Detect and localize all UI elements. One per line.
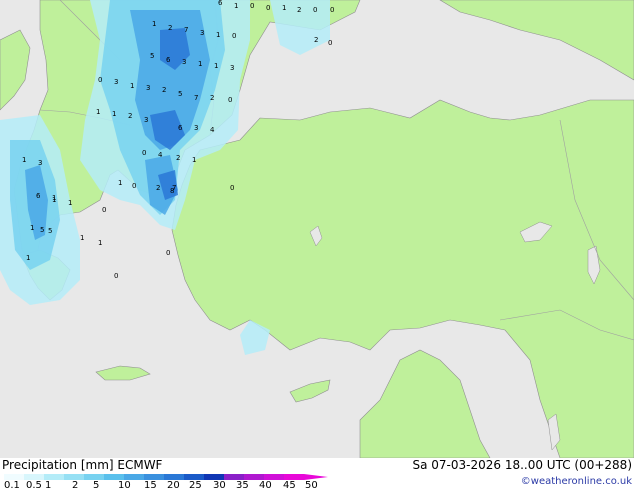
point-value: 3 <box>114 78 118 86</box>
point-value: 1 <box>112 110 116 118</box>
point-value: 2 <box>297 6 301 14</box>
point-value: 3 <box>230 64 234 72</box>
point-value: 7 <box>184 26 188 34</box>
valid-time: Sa 07-03-2026 18..00 UTC (00+288) <box>412 458 632 472</box>
point-value: 2 <box>176 154 180 162</box>
point-value: 3 <box>194 124 198 132</box>
point-value: 0 <box>102 206 106 214</box>
point-value: 1 <box>22 156 26 164</box>
legend-title: Precipitation [mm] ECMWF <box>2 458 163 472</box>
point-value: 1 <box>96 108 100 116</box>
point-value: 2 <box>128 112 132 120</box>
point-value: 5 <box>48 227 52 235</box>
point-value: 5 <box>150 52 154 60</box>
point-value: 1 <box>234 2 238 10</box>
point-value: 1 <box>214 62 218 70</box>
point-value: 0 <box>330 6 334 14</box>
point-value: 0 <box>228 96 232 104</box>
point-value: 4 <box>158 151 163 159</box>
point-value: 0 <box>114 272 118 280</box>
point-value: 1 <box>192 156 196 164</box>
point-value: 1 <box>30 224 34 232</box>
point-value: 2 <box>156 184 160 192</box>
point-value: 2 <box>162 86 166 94</box>
point-value: 0 <box>230 184 234 192</box>
point-value: 3 <box>146 84 150 92</box>
point-value: 0 <box>250 2 254 10</box>
point-value: 6 <box>178 124 183 132</box>
point-value: 1 <box>98 239 102 247</box>
point-value: 1 <box>52 196 56 204</box>
point-value: 3 <box>200 29 204 37</box>
point-value: 5 <box>178 90 182 98</box>
point-value: 0 <box>328 39 332 47</box>
point-value: 0 <box>98 76 102 84</box>
point-value: 2 <box>168 24 172 32</box>
point-value: 1 <box>26 254 30 262</box>
point-value: 5 <box>40 226 44 234</box>
point-value: 6 <box>218 0 223 7</box>
point-value: 3 <box>38 159 42 167</box>
point-value: 1 <box>118 179 122 187</box>
point-value: 2 <box>314 36 318 44</box>
point-value: 1 <box>216 31 220 39</box>
point-value: 0 <box>232 32 236 40</box>
point-value: 0 <box>313 6 317 14</box>
credit-link[interactable]: ©weatheronline.co.uk <box>521 476 632 488</box>
point-value: 7 <box>172 184 176 192</box>
point-value: 0 <box>132 182 136 190</box>
point-value: 0 <box>166 249 170 257</box>
point-value: 4 <box>210 126 215 134</box>
point-value: 1 <box>282 4 286 12</box>
precipitation-map[interactable]: 6 1 0 0 1 2 0 1 2 7 3 1 0 5 6 3 1 1 3 0 3 1 3 2 5 7 2 0 1 1 2 3 6 3 4 0 4 2 1 3… <box>0 0 634 459</box>
point-value: 6 <box>166 56 171 64</box>
point-value: 3 <box>144 116 148 124</box>
point-value: 1 <box>68 199 72 207</box>
point-value: 6 <box>36 192 41 200</box>
point-value: 1 <box>130 82 134 90</box>
point-value: 2 <box>210 94 214 102</box>
point-value: 1 <box>152 20 156 28</box>
point-value: 1 <box>198 60 202 68</box>
point-value: 0 <box>142 149 146 157</box>
point-value: 7 <box>194 94 198 102</box>
point-value: 0 <box>266 4 270 12</box>
point-value: 1 <box>80 234 84 242</box>
point-value: 3 <box>182 58 186 66</box>
